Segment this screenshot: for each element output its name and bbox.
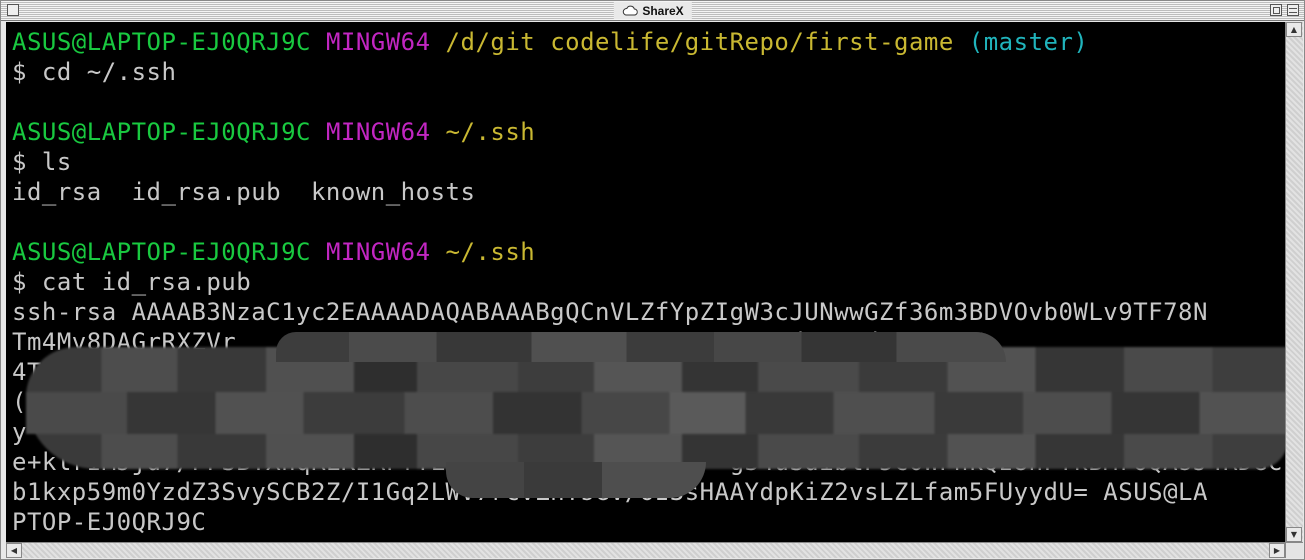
scroll-up-arrow-icon[interactable]: ▲	[1286, 22, 1302, 37]
close-button[interactable]	[7, 4, 19, 16]
prompt-branch: (master)	[968, 28, 1089, 56]
cloud-icon	[621, 5, 638, 16]
prompt-user-host: ASUS@LAPTOP-EJ0QRJ9C	[12, 28, 311, 56]
horizontal-scrollbar[interactable]: ◀ ▶	[6, 542, 1285, 558]
prompt-env: MINGW64	[325, 28, 431, 56]
resize-grip[interactable]	[1285, 542, 1303, 558]
prompt-user-host: ASUS@LAPTOP-EJ0QRJ9C	[12, 118, 311, 146]
scroll-left-arrow-icon[interactable]: ◀	[6, 543, 22, 558]
redaction-mosaic-top	[276, 332, 1006, 362]
prompt-line: ASUS@LAPTOP-EJ0QRJ9C MINGW64 /d/git code…	[12, 27, 1283, 57]
prompt-env: MINGW64	[325, 118, 431, 146]
prompt-path: ~/.ssh	[445, 238, 536, 266]
output-line: PTOP-EJ0QRJ9C	[12, 508, 207, 536]
prompt-line: ASUS@LAPTOP-EJ0QRJ9C MINGW64 ~/.ssh	[12, 117, 1283, 147]
redaction-mosaic-bottom	[446, 462, 706, 498]
scroll-right-arrow-icon[interactable]: ▶	[1269, 543, 1285, 558]
prompt-path: /d/git codelife/gitRepo/first-game	[445, 28, 954, 56]
prompt-path: ~/.ssh	[445, 118, 536, 146]
output-line: ssh-rsa AAAAB3NzaC1yc2EAAAADAQABAAABgQCn…	[12, 298, 1208, 326]
zoom-button[interactable]	[1270, 4, 1282, 16]
prompt-line: ASUS@LAPTOP-EJ0QRJ9C MINGW64 ~/.ssh	[12, 237, 1283, 267]
window-title-group: ShareX	[613, 2, 692, 19]
collapse-button[interactable]	[1287, 4, 1299, 16]
sharex-window: ShareX ASUS@LAPTOP-EJ0QRJ9C MINGW64 /d/g…	[0, 0, 1305, 560]
prompt-user-host: ASUS@LAPTOP-EJ0QRJ9C	[12, 238, 311, 266]
output-line: $ cd ~/.ssh	[12, 58, 177, 86]
prompt-env: MINGW64	[325, 238, 431, 266]
output-line: $ cat id_rsa.pub	[12, 268, 252, 296]
title-bar[interactable]: ShareX	[1, 1, 1304, 21]
redaction-mosaic	[26, 347, 1285, 469]
vertical-scrollbar[interactable]: ▲ ▼	[1285, 22, 1303, 542]
output-line: $ ls	[12, 148, 72, 176]
window-title: ShareX	[642, 3, 684, 18]
scroll-down-arrow-icon[interactable]: ▼	[1286, 527, 1302, 542]
terminal-output: ASUS@LAPTOP-EJ0QRJ9C MINGW64 /d/git code…	[6, 22, 1285, 542]
output-line: id_rsa id_rsa.pub known_hosts	[12, 178, 476, 206]
